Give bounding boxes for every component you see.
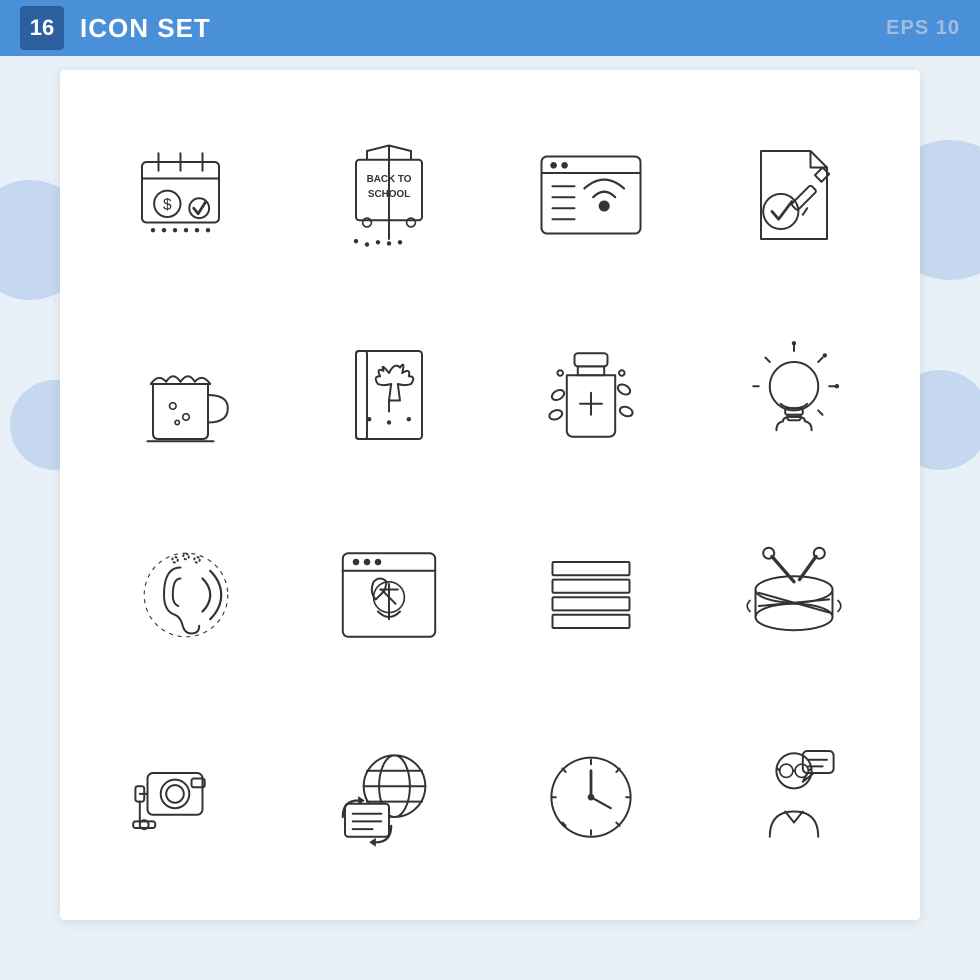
customer-support-icon (739, 740, 849, 850)
main-card: $ BACK TO SCHOOL (60, 70, 920, 920)
medicine-bottle-icon (536, 340, 646, 450)
back-to-school-icon: BACK TO SCHOOL (334, 140, 444, 250)
lightbulb-idea-icon (739, 340, 849, 450)
wifi-browser-icon (536, 140, 646, 250)
icon-cell-document-check (698, 100, 891, 290)
icon-cell-camera (90, 700, 283, 890)
icon-cell-clock (495, 700, 688, 890)
icon-cell-global-news (293, 700, 486, 890)
payment-calendar-icon: $ (131, 140, 241, 250)
icon-cell-support-person (698, 700, 891, 890)
icon-cell-browser-settings (293, 500, 486, 690)
icon-cell-payment-calendar: $ (90, 100, 283, 290)
cannabis-book-icon (334, 340, 444, 450)
hearing-icon (131, 540, 241, 650)
icons-grid: $ BACK TO SCHOOL (60, 70, 920, 920)
header-bar: 16 ICON SET EPS 10 (0, 0, 980, 56)
clock-icon (536, 740, 646, 850)
beer-mug-icon (131, 340, 241, 450)
drum-icon (739, 540, 849, 650)
global-news-icon (334, 740, 444, 850)
eps-label: EPS 10 (886, 17, 960, 40)
icon-cell-beer-mug (90, 300, 283, 490)
icon-count-badge: 16 (20, 6, 64, 50)
browser-settings-icon (334, 540, 444, 650)
icon-cell-medicine-bottle (495, 300, 688, 490)
horizontal-lines-icon (536, 540, 646, 650)
icon-cell-hearing (90, 500, 283, 690)
camera-icon (131, 740, 241, 850)
icon-cell-wifi-browser (495, 100, 688, 290)
icon-cell-cannabis-book (293, 300, 486, 490)
icon-cell-lightbulb (698, 300, 891, 490)
document-checkmark-icon (739, 140, 849, 250)
icon-cell-drum (698, 500, 891, 690)
icon-cell-lines (495, 500, 688, 690)
svg-text:SCHOOL: SCHOOL (368, 189, 410, 200)
svg-text:BACK TO: BACK TO (366, 174, 411, 185)
page-title: ICON SET (80, 13, 886, 44)
svg-text:$: $ (163, 196, 172, 213)
icon-cell-back-to-school: BACK TO SCHOOL (293, 100, 486, 290)
